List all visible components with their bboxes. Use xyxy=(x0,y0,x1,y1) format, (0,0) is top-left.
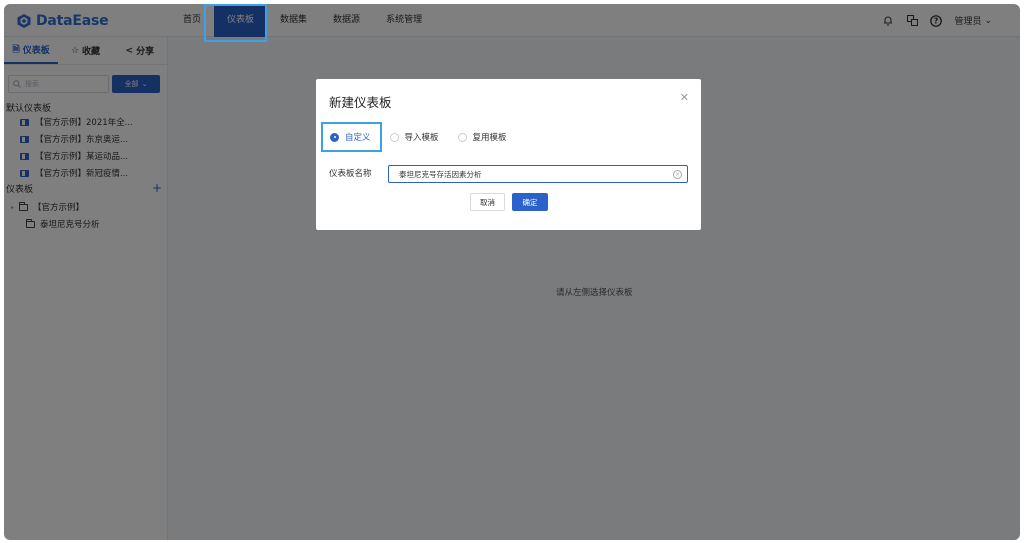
radio-import-template[interactable]: 导入模板 xyxy=(389,131,439,143)
nav-highlight-box xyxy=(204,4,267,42)
radio-dot xyxy=(330,132,339,142)
new-dashboard-dialog: 新建仪表板 ✕ 自定义 导入模板 复用模板 仪表板名称 泰坦尼克号存活因素分析 … xyxy=(316,79,701,230)
radio-custom-label: 自定义 xyxy=(345,133,371,143)
dialog-title: 新建仪表板 xyxy=(329,95,392,110)
dashboard-name-value: 泰坦尼克号存活因素分析 xyxy=(399,169,482,179)
name-field-label: 仪表板名称 xyxy=(329,169,372,179)
radio-dot xyxy=(457,132,467,142)
radio-custom[interactable]: 自定义 xyxy=(330,131,371,143)
radio-reuse-label: 复用模板 xyxy=(472,133,507,143)
radio-dot xyxy=(389,132,399,142)
radio-import-label: 导入模板 xyxy=(404,133,439,143)
create-type-options: 自定义 导入模板 复用模板 xyxy=(330,131,526,143)
dashboard-name-input[interactable]: 泰坦尼克号存活因素分析 × xyxy=(388,165,688,183)
close-icon[interactable]: ✕ xyxy=(680,91,689,104)
clear-icon[interactable]: × xyxy=(673,170,682,179)
cancel-button[interactable]: 取消 xyxy=(470,193,505,211)
radio-reuse-template[interactable]: 复用模板 xyxy=(457,131,507,143)
confirm-button[interactable]: 确定 xyxy=(512,193,548,211)
